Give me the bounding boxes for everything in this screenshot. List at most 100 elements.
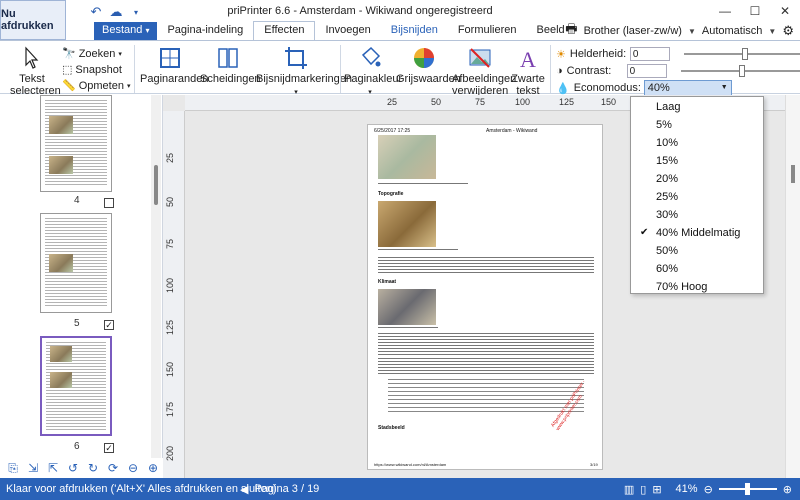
chevron-down-icon[interactable]: ▼ (688, 27, 696, 36)
economode-select[interactable]: 40% Middelmatig ▼ (643, 80, 732, 108)
refresh-icon[interactable]: ⟳ (106, 461, 120, 475)
tab-formulieren[interactable]: Formulieren (448, 22, 527, 40)
chevron-down-icon: ▾ (118, 50, 122, 58)
economode-option[interactable]: Laag (631, 98, 763, 116)
zoom-controls: ▥ ▯ ⊞ 41% ⊖ ⊕ (624, 483, 792, 496)
window-controls: — ☐ ✕ (710, 0, 800, 22)
economode-option[interactable]: 50% (631, 242, 763, 260)
search-button[interactable]: 🔭 Zoeken ▾ (62, 47, 122, 61)
binoculars-icon: 🔭 (62, 48, 76, 60)
page-footer-left: https://www.wikiwand.com/nl/Amsterdam (374, 462, 447, 467)
economode-option[interactable]: 60% (631, 260, 763, 278)
zoom-percent: 41% (675, 483, 698, 495)
page-preview[interactable]: 6/25/2017 17:25 Amsterdam - Wikiwand Top… (367, 124, 603, 470)
previous-page-icon[interactable]: ◀ (240, 483, 248, 496)
remove-images-button[interactable]: Afbeeldingen verwijderen (452, 45, 516, 97)
tab-effecten[interactable]: Effecten (253, 21, 316, 40)
contrast-slider[interactable] (680, 65, 800, 77)
remove-image-icon (469, 48, 491, 68)
tab-invoegen[interactable]: Invoegen (315, 22, 380, 40)
ruler-tick-label: 25 (165, 152, 175, 163)
economode-option-selected[interactable]: ✔ 40% Middelmatig (631, 224, 763, 242)
thumbnail-checkbox[interactable]: ✓ (104, 320, 114, 330)
tab-pagina-indeling[interactable]: Pagina-indeling (157, 22, 253, 40)
crop-marks-button[interactable]: Bijsnijdmarkeringen ▾ (256, 45, 352, 99)
thumbnail-page-5[interactable] (40, 213, 112, 313)
import-page-icon[interactable]: ⇲ (26, 461, 40, 475)
rotate-right-icon[interactable]: ↻ (86, 461, 100, 475)
tab-bijsnijden[interactable]: Bijsnijden (381, 22, 448, 40)
printer-icon: 🖶 (565, 21, 578, 36)
fit-page-icon[interactable]: ⊞ (652, 483, 661, 496)
chevron-down-icon[interactable]: ▼ (768, 27, 776, 36)
page-color-button[interactable]: Paginakleur ▾ (344, 45, 402, 99)
maximize-button[interactable]: ☐ (740, 0, 770, 22)
print-now-button[interactable]: Nu afdrukken (0, 0, 66, 40)
tab-bestand[interactable]: Bestand ▾ (94, 22, 158, 40)
snapshot-button[interactable]: ⬚ Snapshot (62, 63, 122, 77)
measure-button[interactable]: 📏 Opmeten ▾ (62, 79, 130, 93)
printer-select[interactable]: Brother (laser-zw/w) (584, 25, 682, 37)
letter-a-icon: A (520, 47, 536, 71)
export-page-icon[interactable]: ⇱ (46, 461, 60, 475)
crop-marks-icon (285, 47, 307, 69)
page-paragraph (378, 333, 594, 355)
separators-button[interactable]: Scheidingen (200, 45, 261, 85)
page-caption (378, 183, 468, 186)
scrollbar-thumb[interactable] (154, 165, 158, 205)
ribbon-separator (550, 45, 551, 93)
crop-marks-label: Bijsnijdmarkeringen (256, 73, 352, 85)
scrollbar-thumb[interactable] (791, 165, 795, 183)
search-label: Zoeken (78, 47, 116, 60)
minimize-button[interactable]: — (710, 0, 740, 22)
zoom-out-icon[interactable]: ⊖ (126, 461, 140, 475)
economode-option[interactable]: 10% (631, 134, 763, 152)
economode-option[interactable]: 20% (631, 170, 763, 188)
gear-icon[interactable]: ⚙ (782, 23, 794, 39)
slider-thumb[interactable] (738, 65, 745, 77)
slider-thumb[interactable] (741, 48, 748, 60)
ruler-tick-label: 150 (601, 97, 617, 107)
zoom-in-icon[interactable]: ⊕ (146, 461, 160, 475)
close-button[interactable]: ✕ (770, 0, 800, 22)
option-label: 30% (656, 209, 679, 221)
insert-page-icon[interactable]: ⎘ (6, 461, 20, 476)
single-page-icon[interactable]: ▯ (640, 483, 646, 496)
zoom-slider[interactable] (718, 483, 777, 495)
thumbnail-scrollbar[interactable] (151, 95, 161, 458)
color-wheel-icon (414, 48, 434, 68)
contrast-label: Contrast: (566, 65, 612, 77)
brightness-slider[interactable] (683, 48, 800, 60)
option-label: 60% (656, 263, 679, 275)
page-paragraph (378, 358, 594, 374)
rotate-left-icon[interactable]: ↺ (66, 461, 80, 475)
economode-option[interactable]: 30% (631, 206, 763, 224)
zoom-slider-thumb[interactable] (744, 483, 750, 495)
thumbnail-page-4[interactable] (40, 95, 112, 192)
contrast-input[interactable]: 0 (626, 64, 667, 78)
thumbnail-checkbox[interactable]: ✓ (104, 443, 114, 453)
option-label: 70% Hoog (656, 281, 708, 293)
zoom-in-icon[interactable]: ⊕ (783, 483, 792, 496)
option-label: 50% (656, 245, 679, 257)
printer-mode-select[interactable]: Automatisch (702, 25, 763, 37)
ribbon-separator (340, 45, 341, 93)
economode-option[interactable]: 15% (631, 152, 763, 170)
economode-option[interactable]: 5% (631, 116, 763, 134)
thumbnail-label: 6 (74, 441, 80, 452)
thumbnail-page-6[interactable] (40, 336, 112, 436)
preview-scrollbar[interactable] (785, 95, 800, 478)
book-view-icon[interactable]: ▥ (624, 483, 634, 496)
thumbnail-checkbox[interactable] (104, 198, 114, 208)
economode-option[interactable]: 25% (631, 188, 763, 206)
economode-option[interactable]: 70% Hoog (631, 278, 763, 296)
brightness-input[interactable]: 0 (629, 47, 670, 61)
economode-label: Economodus: (573, 82, 641, 94)
ruler-tick-label: 125 (165, 319, 175, 335)
page-borders-button[interactable]: Paginaranden (140, 45, 209, 85)
zoom-out-icon[interactable]: ⊖ (704, 483, 713, 496)
grayscale-button[interactable]: Grijswaarden (396, 45, 461, 85)
contrast-row: ◑ Contrast: 0 (556, 64, 800, 78)
black-text-button[interactable]: A Zwarte tekst (510, 45, 546, 97)
thumb-image (50, 346, 72, 362)
